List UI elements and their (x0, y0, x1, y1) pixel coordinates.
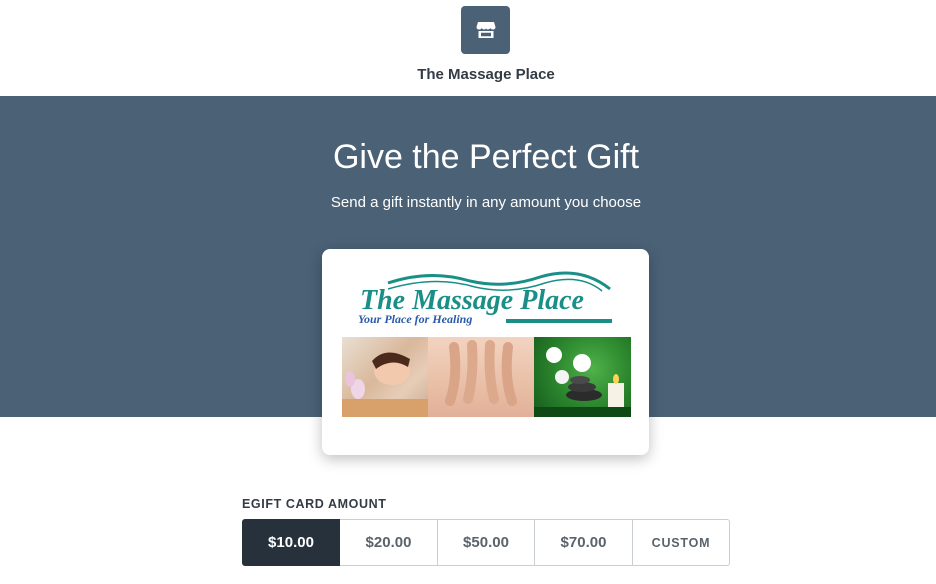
gift-card-preview: The Massage Place Your Place for Healing (322, 249, 649, 455)
merchant-name: The Massage Place (417, 66, 555, 83)
storefront-icon (461, 6, 510, 54)
amount-option-10[interactable]: $10.00 (242, 519, 340, 566)
hero-title: Give the Perfect Gift (332, 138, 640, 176)
amount-selector: $10.00 $20.00 $50.00 $70.00 CUSTOM (242, 519, 730, 566)
amount-option-custom[interactable]: CUSTOM (633, 519, 730, 566)
amount-option-20[interactable]: $20.00 (340, 519, 438, 566)
orchid-stones-candle-photo (534, 337, 631, 417)
gift-card-logo: The Massage Place Your Place for Healing (358, 271, 612, 326)
massage-back-photo (428, 337, 534, 417)
egift-amount-label: EGIFT CARD AMOUNT (242, 497, 387, 511)
gift-card-photos (342, 337, 631, 417)
amount-option-50[interactable]: $50.00 (438, 519, 535, 566)
hero-subtitle: Send a gift instantly in any amount you … (330, 194, 642, 211)
massage-face-photo (342, 337, 428, 417)
logo-tagline: Your Place for Healing (358, 312, 472, 326)
amount-option-70[interactable]: $70.00 (535, 519, 633, 566)
